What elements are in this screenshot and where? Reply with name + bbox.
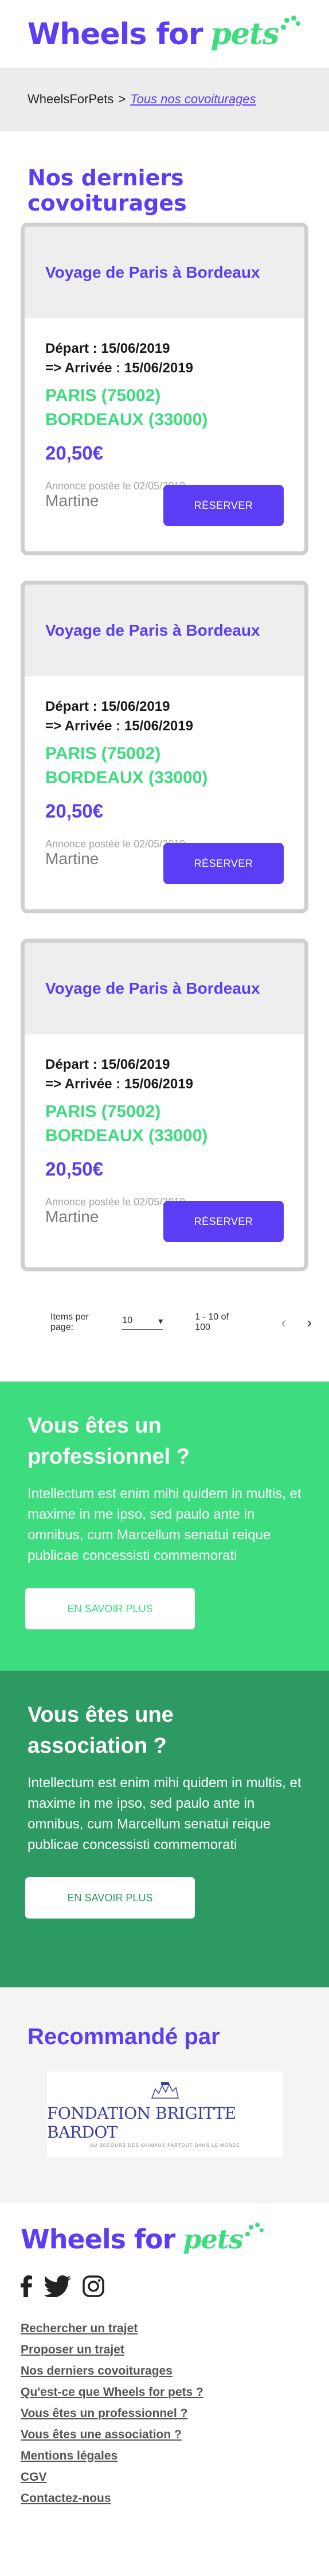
breadcrumb-home[interactable]: WheelsForPets: [28, 92, 113, 107]
trip-card-header: Voyage de Paris à Bordeaux: [25, 585, 304, 676]
items-per-page-select[interactable]: 10 ▾: [122, 1316, 163, 1330]
recommended-title: Recommandé par: [28, 2024, 220, 2049]
trip-price: 20,50€: [45, 800, 103, 822]
foundation-emblem-icon: [151, 2081, 179, 2099]
footer-link-about[interactable]: Qu'est-ce que Wheels for pets ?: [21, 2382, 329, 2403]
trip-arrival: => Arrivée : 15/06/2019: [45, 718, 193, 734]
footer-link-terms[interactable]: CGV: [21, 2466, 329, 2488]
trip-card: Voyage de Paris à Bordeaux Départ : 15/0…: [21, 939, 308, 1271]
footer-link-contact[interactable]: Contactez-nous: [21, 2488, 329, 2509]
page-title: Nos derniers covoiturages: [28, 165, 187, 216]
brand-name-part1: Wheels for: [27, 17, 203, 52]
brand-name-part2: pets: [183, 2224, 244, 2255]
breadcrumb-current[interactable]: Tous nos covoiturages: [130, 92, 256, 107]
instagram-icon[interactable]: [83, 2275, 104, 2297]
chevron-left-icon[interactable]: ‹: [281, 1314, 287, 1332]
paw-print-icon: [243, 2220, 266, 2243]
footer-link-professional[interactable]: Vous êtes un professionnel ?: [21, 2403, 329, 2424]
trip-to: BORDEAUX (33000): [45, 410, 208, 429]
trip-departure: Départ : 15/06/2019: [45, 699, 170, 714]
page-range: 1 - 10 of 100: [195, 1312, 229, 1332]
trip-departure: Départ : 15/06/2019: [45, 1057, 170, 1072]
footer-link-association[interactable]: Vous êtes une association ?: [21, 2424, 329, 2445]
footer-link-search-trip[interactable]: Rechercher un trajet: [21, 2318, 329, 2339]
trip-arrival: => Arrivée : 15/06/2019: [45, 360, 193, 376]
trip-title: Voyage de Paris à Bordeaux: [45, 979, 260, 997]
professional-learn-more-button[interactable]: EN SAVOIR PLUS: [25, 1588, 195, 1629]
association-promo-title: Vous êtes une association ?: [28, 1703, 174, 1758]
partner-name: FONDATION BRIGITTE BARDOT: [47, 2103, 236, 2142]
association-promo-text: Intellectum est enim mihi quidem in mult…: [28, 1775, 301, 1853]
items-per-page-value: 10: [122, 1315, 133, 1325]
trip-title: Voyage de Paris à Bordeaux: [45, 263, 260, 281]
facebook-icon[interactable]: [21, 2275, 32, 2297]
trip-from: PARIS (75002): [45, 744, 161, 763]
items-per-page-label: Items per page:: [50, 1312, 89, 1332]
trip-from: PARIS (75002): [45, 386, 161, 405]
professional-promo-text: Intellectum est enim mihi quidem in mult…: [28, 1486, 301, 1563]
partner-logo[interactable]: FONDATION BRIGITTE BARDOT AU SECOURS DES…: [47, 2072, 283, 2157]
reserve-button[interactable]: RÉSERVER: [163, 843, 284, 884]
footer-link-latest-rides[interactable]: Nos derniers covoiturages: [21, 2360, 329, 2382]
trip-title: Voyage de Paris à Bordeaux: [45, 621, 260, 639]
paw-print-icon: [279, 13, 301, 36]
trip-list: Voyage de Paris à Bordeaux Départ : 15/0…: [0, 223, 329, 1271]
reserve-button[interactable]: RÉSERVER: [163, 1201, 284, 1242]
brand-logo[interactable]: Wheels for pets: [27, 15, 302, 52]
trip-arrival: => Arrivée : 15/06/2019: [45, 1076, 193, 1092]
chevron-right-icon[interactable]: ›: [307, 1314, 312, 1332]
trip-to: BORDEAUX (33000): [45, 1126, 208, 1145]
reserve-button[interactable]: RÉSERVER: [163, 485, 284, 526]
trip-price: 20,50€: [45, 1158, 103, 1180]
trip-price: 20,50€: [45, 442, 103, 464]
paginator: Items per page: 10 ▾ 1 - 10 of 100 ‹ ›: [0, 1291, 329, 1354]
professional-promo-title: Vous êtes un professionnel ?: [28, 1414, 190, 1469]
site-footer: Wheels for pets Rechercher un trajet Pro…: [0, 2203, 329, 2576]
social-links: [21, 2275, 329, 2297]
footer-brand-logo[interactable]: Wheels for pets: [21, 2223, 266, 2255]
trip-card-header: Voyage de Paris à Bordeaux: [25, 943, 304, 1034]
breadcrumb-separator: >: [118, 92, 126, 106]
trip-from: PARIS (75002): [45, 1102, 161, 1121]
twitter-icon[interactable]: [44, 2275, 71, 2297]
partner-tagline: AU SECOURS DES ANIMAUX PARTOUT DANS LE M…: [90, 2142, 240, 2148]
caret-down-icon: ▾: [158, 1316, 163, 1326]
trip-card: Voyage de Paris à Bordeaux Départ : 15/0…: [21, 581, 308, 913]
breadcrumb: WheelsForPets > Tous nos covoiturages: [0, 68, 329, 131]
association-learn-more-button[interactable]: EN SAVOIR PLUS: [25, 1877, 195, 1919]
footer-link-offer-trip[interactable]: Proposer un trajet: [21, 2339, 329, 2360]
trip-card: Voyage de Paris à Bordeaux Départ : 15/0…: [21, 223, 308, 555]
trip-departure: Départ : 15/06/2019: [45, 341, 170, 356]
brand-name-part2: pets: [210, 16, 280, 52]
recommended-section: Recommandé par FONDATION BRIGITTE BARDOT…: [0, 1987, 329, 2203]
association-promo: Vous êtes une association ? Intellectum …: [0, 1671, 329, 1987]
trip-card-header: Voyage de Paris à Bordeaux: [25, 227, 304, 318]
professional-promo: Vous êtes un professionnel ? Intellectum…: [0, 1382, 329, 1671]
footer-links: Rechercher un trajet Proposer un trajet …: [21, 2318, 329, 2509]
footer-link-legal[interactable]: Mentions légales: [21, 2445, 329, 2466]
brand-name-part1: Wheels for: [21, 2224, 175, 2255]
site-header: Wheels for pets: [0, 0, 329, 68]
trip-to: BORDEAUX (33000): [45, 768, 208, 787]
